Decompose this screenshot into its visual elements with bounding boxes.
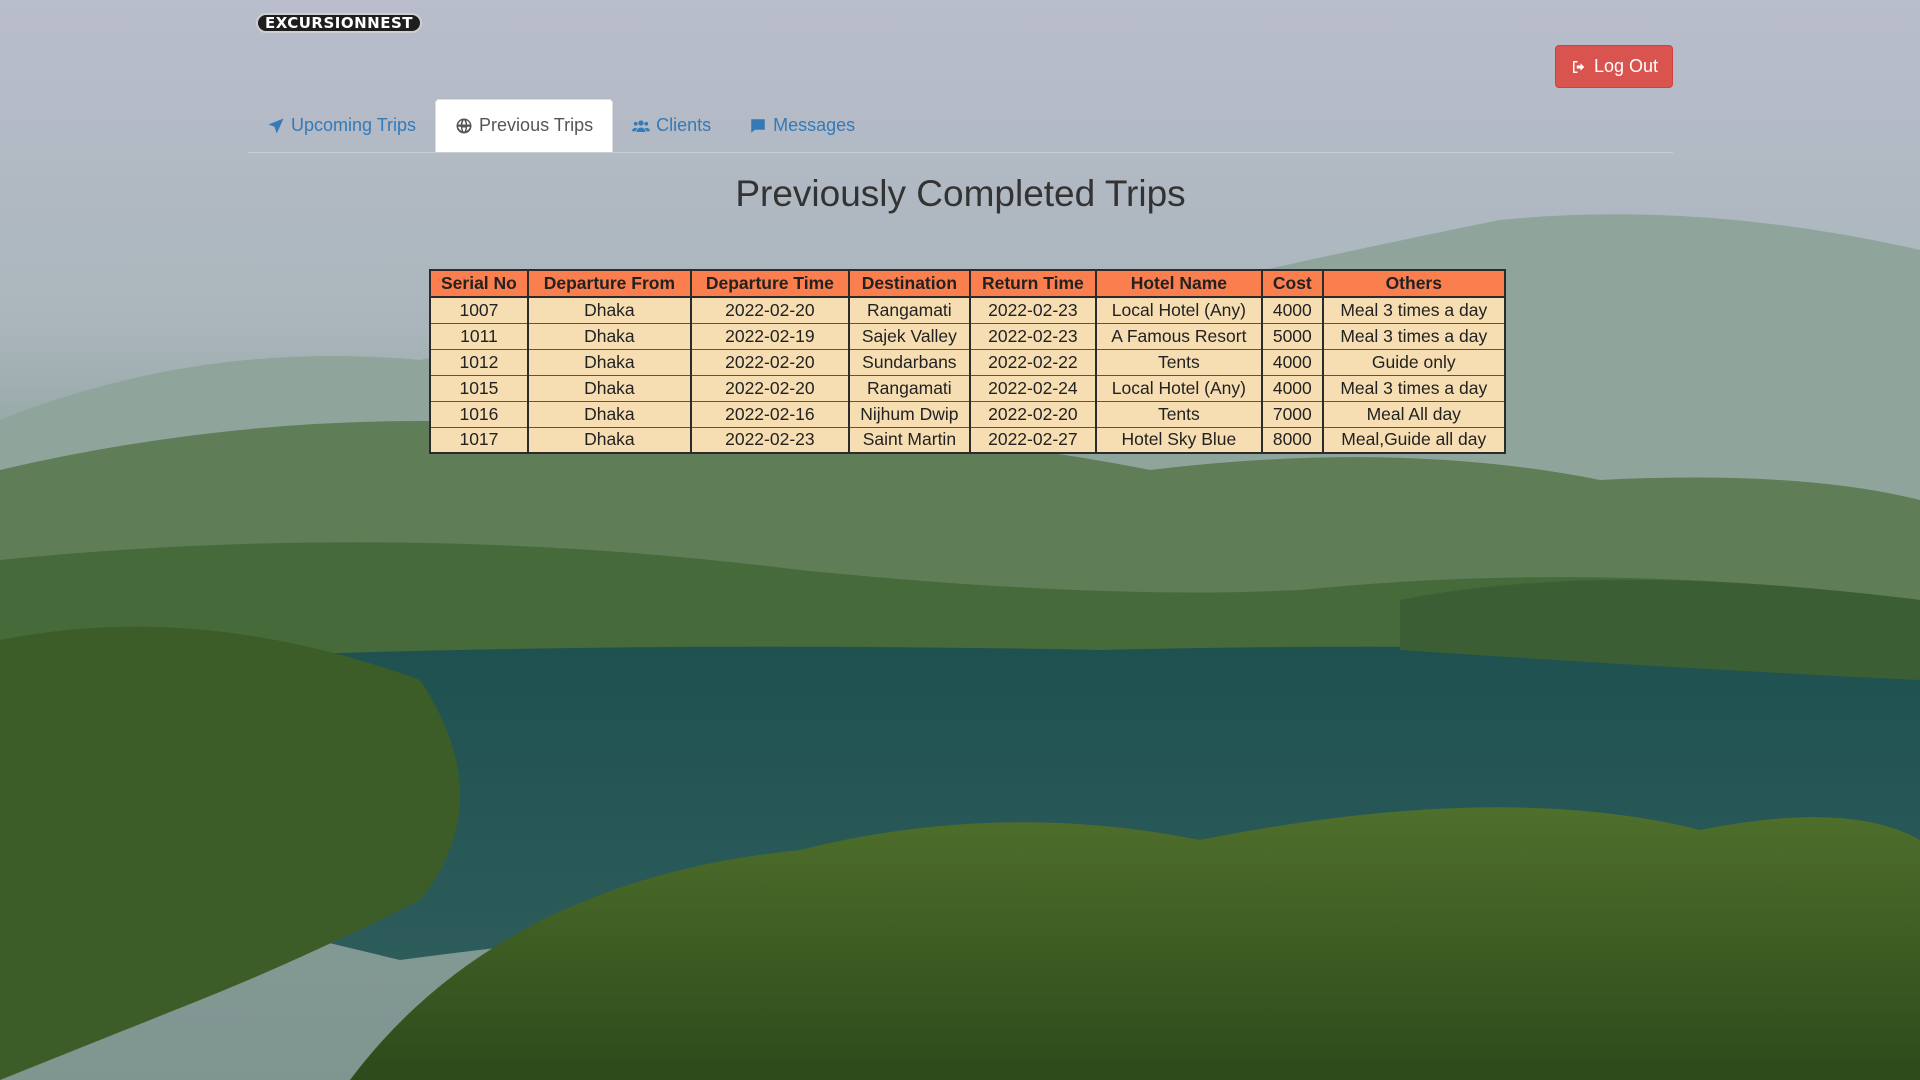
hotel-name-cell: A Famous Resort	[1094, 322, 1263, 350]
column-header-serial: Serial No	[429, 269, 529, 298]
cost-cell: 4000	[1260, 374, 1324, 402]
users-icon	[632, 119, 651, 132]
others-cell: Meal 3 times a day	[1321, 296, 1506, 324]
departure-time-cell: 2022-02-20	[689, 348, 850, 376]
departure-time-cell: 2022-02-20	[689, 296, 850, 324]
table-row: 1017 Dhaka 2022-02-23 Saint Martin 2022-02-2…	[429, 426, 1506, 454]
serial-cell: 1015	[429, 374, 529, 402]
cost-cell: 4000	[1260, 296, 1324, 324]
column-header-departure-from: Departure From	[526, 269, 692, 298]
page-container: EXCURSIONNEST Log Out Upcoming Trips Pre…	[248, 0, 1673, 1080]
others-cell: Meal All day	[1321, 400, 1506, 428]
column-header-cost: Cost	[1260, 269, 1324, 298]
tab-upcoming-trips[interactable]: Upcoming Trips	[248, 99, 435, 152]
others-cell: Meal 3 times a day	[1321, 374, 1506, 402]
tab-previous-trips[interactable]: Previous Trips	[435, 99, 614, 152]
paper-plane-icon	[268, 118, 284, 133]
serial-cell: 1011	[429, 322, 529, 350]
others-cell: Meal,Guide all day	[1321, 426, 1506, 454]
page-title: Previously Completed Trips	[735, 173, 1186, 214]
departure-time-cell: 2022-02-16	[689, 400, 850, 428]
others-cell: Guide only	[1321, 348, 1506, 376]
tab-label: Previous Trips	[479, 115, 594, 135]
departure-time-cell: 2022-02-19	[689, 322, 850, 350]
cost-cell: 5000	[1260, 322, 1324, 350]
tab-clients[interactable]: Clients	[613, 99, 730, 152]
table-row: 1007 Dhaka 2022-02-20 Rangamati 2022-02-23 Lo…	[429, 296, 1506, 324]
table-row: 1016 Dhaka 2022-02-16 Nijhum Dwip 2022-02-20…	[429, 400, 1506, 428]
departure-from-cell: Dhaka	[526, 322, 692, 350]
destination-cell: Saint Martin	[847, 426, 971, 454]
logout-button[interactable]: Log Out	[1555, 45, 1673, 88]
return-time-cell: 2022-02-23	[968, 322, 1097, 350]
cost-cell: 4000	[1260, 348, 1324, 376]
departure-from-cell: Dhaka	[526, 296, 692, 324]
tab-label: Upcoming Trips	[291, 115, 417, 135]
serial-cell: 1016	[429, 400, 529, 428]
destination-cell: Rangamati	[847, 374, 971, 402]
return-time-cell: 2022-02-20	[968, 400, 1097, 428]
others-cell: Meal 3 times a day	[1321, 322, 1506, 350]
departure-from-cell: Dhaka	[526, 400, 692, 428]
table-row: 1015 Dhaka 2022-02-20 Rangamati 2022-02-24 Lo…	[429, 374, 1506, 402]
departure-time-cell: 2022-02-20	[689, 374, 850, 402]
column-header-departure-time: Departure Time	[689, 269, 850, 298]
serial-cell: 1012	[429, 348, 529, 376]
brand-logo[interactable]: EXCURSIONNEST	[256, 13, 422, 33]
return-time-cell: 2022-02-23	[968, 296, 1097, 324]
destination-cell: Sundarbans	[847, 348, 971, 376]
globe-icon	[456, 118, 472, 133]
destination-cell: Nijhum Dwip	[847, 400, 971, 428]
cost-cell: 7000	[1260, 400, 1324, 428]
logout-label: Log Out	[1593, 56, 1659, 76]
tab-label: Messages	[773, 115, 856, 135]
return-time-cell: 2022-02-22	[968, 348, 1097, 376]
serial-cell: 1007	[429, 296, 529, 324]
tab-messages[interactable]: Messages	[730, 99, 874, 152]
hotel-name-cell: Local Hotel (Any)	[1094, 296, 1263, 324]
column-header-others: Others	[1321, 269, 1506, 298]
return-time-cell: 2022-02-27	[968, 426, 1097, 454]
column-header-hotel-name: Hotel Name	[1094, 269, 1263, 298]
table-row: 1012 Dhaka 2022-02-20 Sundarbans 2022-02-22 T…	[429, 348, 1506, 376]
destination-cell: Rangamati	[847, 296, 971, 324]
sign-out-icon	[1572, 60, 1585, 73]
hotel-name-cell: Local Hotel (Any)	[1094, 374, 1263, 402]
trips-table: Serial No Departure From Departure Time …	[429, 269, 1506, 454]
destination-cell: Sajek Valley	[847, 322, 971, 350]
return-time-cell: 2022-02-24	[968, 374, 1097, 402]
table-header-row: Serial No Departure From Departure Time …	[429, 269, 1506, 298]
departure-from-cell: Dhaka	[526, 348, 692, 376]
column-header-return-time: Return Time	[968, 269, 1097, 298]
comment-icon	[751, 118, 765, 133]
hotel-name-cell: Tents	[1094, 400, 1263, 428]
departure-time-cell: 2022-02-23	[689, 426, 850, 454]
table-row: 1011 Dhaka 2022-02-19 Sajek Valley 2022-02-2…	[429, 322, 1506, 350]
cost-cell: 8000	[1260, 426, 1324, 454]
departure-from-cell: Dhaka	[526, 374, 692, 402]
tab-label: Clients	[656, 115, 712, 135]
hotel-name-cell: Tents	[1094, 348, 1263, 376]
column-header-destination: Destination	[847, 269, 971, 298]
serial-cell: 1017	[429, 426, 529, 454]
nav-tabs: Upcoming Trips Previous Trips Clients Me…	[248, 99, 1673, 153]
hotel-name-cell: Hotel Sky Blue	[1094, 426, 1263, 454]
departure-from-cell: Dhaka	[526, 426, 692, 454]
